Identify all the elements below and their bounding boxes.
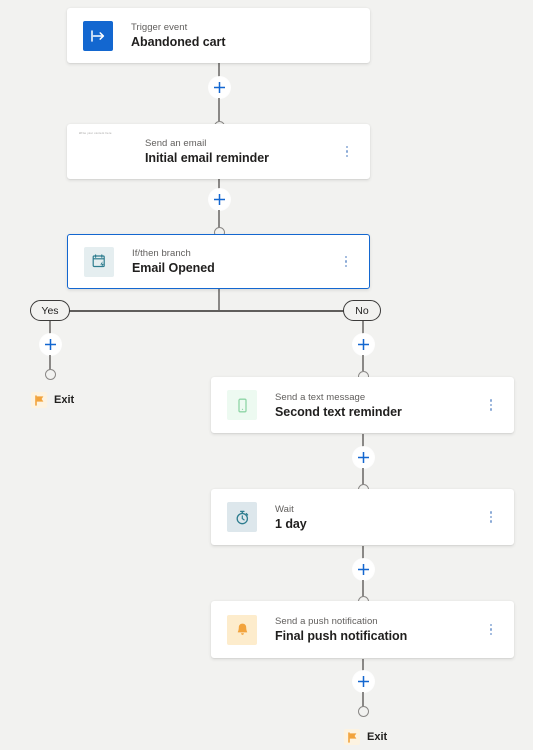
add-step-no-branch-button[interactable] [352,334,374,355]
step-card-wait[interactable]: Wait 1 day [211,489,514,545]
add-step-after-push-button[interactable] [352,671,374,692]
email-card-subtitle: Send an email [145,138,207,149]
journey-canvas: Yes Exit No Exit Trigger event Abandoned… [0,0,533,750]
connector-add-to-push [362,580,364,597]
step-card-text-message[interactable]: Send a text message Second text reminder [211,377,514,433]
trigger-card-text: Trigger event Abandoned cart [131,21,370,50]
push-card-subtitle: Send a push notification [275,616,378,627]
branch-label-yes-text: Yes [41,304,59,317]
email-thumbnail-text: Write your content here [79,132,112,135]
bell-icon [227,614,257,645]
mobile-phone-icon [227,390,257,420]
connector-add-to-wait [362,468,364,485]
exit-label-final: Exit [367,731,388,743]
add-step-after-wait-button[interactable] [352,559,374,580]
text-message-card-subtitle: Send a text message [275,391,366,403]
trigger-card-title: Abandoned cart [131,35,226,49]
push-card-title: Final push notification [275,629,408,643]
branch-label-no[interactable]: No [343,300,381,321]
exit-node-final[interactable]: Exit [344,729,387,745]
connector-branch-stem [218,288,220,312]
wait-card-menu-button[interactable] [480,503,502,531]
email-card-title: Initial email reminder [145,151,269,165]
add-step-after-trigger-button[interactable] [208,77,230,98]
flag-icon [344,729,360,745]
flag-icon [31,392,47,408]
step-card-trigger[interactable]: Trigger event Abandoned cart [67,8,370,63]
wait-card-title: 1 day [275,516,307,531]
connector-branch-split [50,310,363,312]
connector-trigger-to-add [218,62,220,77]
text-message-card-text: Send a text message Second text reminder [275,391,480,420]
wait-card-text: Wait 1 day [275,503,480,532]
branch-label-no-text: No [355,304,369,317]
add-step-yes-branch-button[interactable] [39,334,61,355]
step-card-branch[interactable]: If/then branch Email Opened [67,234,370,289]
trigger-card-subtitle: Trigger event [131,22,188,33]
branch-card-subtitle: If/then branch [132,248,191,259]
connector-node-yes-exit [44,369,56,380]
wait-card-subtitle: Wait [275,503,294,515]
add-step-after-email-button[interactable] [208,189,230,210]
connector-push-add-to-exit [362,692,364,707]
branch-card-text: If/then branch Email Opened [132,247,335,276]
push-card-menu-button[interactable] [480,616,502,644]
email-card-menu-button[interactable] [336,138,358,166]
exit-node-yes[interactable]: Exit [31,392,74,408]
connector-yes-add-to-exit [49,355,51,370]
branch-condition-icon [84,246,114,277]
exit-label-yes: Exit [54,394,75,406]
branch-card-title: Email Opened [132,261,215,275]
text-message-card-menu-button[interactable] [480,391,502,419]
stopwatch-icon [227,502,257,532]
connector-node-final-exit [357,706,369,717]
branch-label-yes[interactable]: Yes [30,300,70,321]
step-card-email[interactable]: Write your content here Send an email In… [67,124,370,179]
trigger-arrow-icon [83,20,113,51]
add-step-after-text-button[interactable] [352,447,374,468]
step-card-push-notification[interactable]: Send a push notification Final push noti… [211,601,514,658]
email-card-text: Send an email Initial email reminder [145,137,336,166]
push-card-text: Send a push notification Final push noti… [275,615,480,644]
connector-add-to-email [218,98,220,123]
connector-no-add-to-text [362,355,364,371]
branch-card-menu-button[interactable] [335,248,357,276]
text-message-card-title: Second text reminder [275,404,402,419]
email-preview-thumbnail: Write your content here [79,132,149,176]
